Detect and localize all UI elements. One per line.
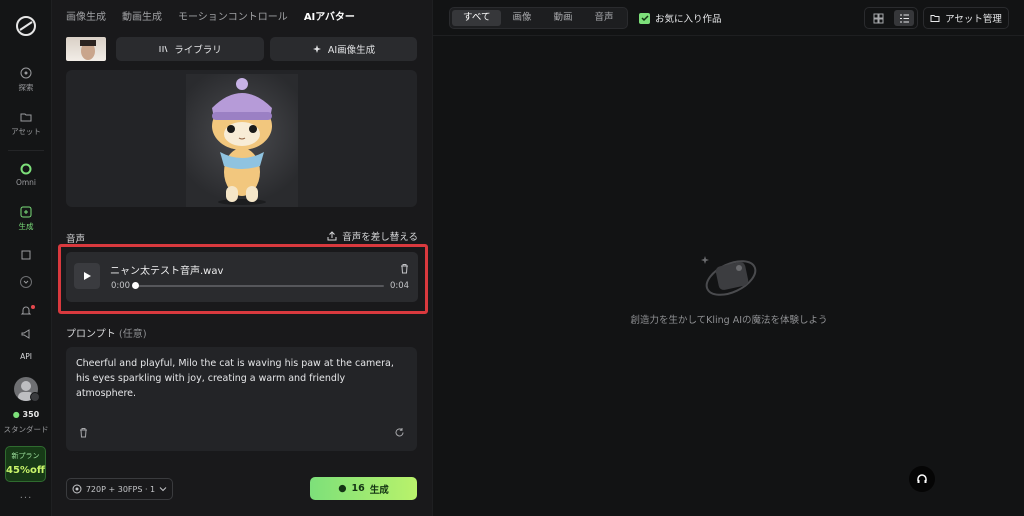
plan-name: スタンダード xyxy=(3,425,49,434)
library-icon xyxy=(159,45,168,53)
rail-item-label: API xyxy=(20,352,32,361)
credit-icon: ● xyxy=(12,410,20,419)
prompt-optional-label: (任意) xyxy=(118,329,147,340)
cat-avatar-image xyxy=(212,78,272,205)
tab-image-gen[interactable]: 画像生成 xyxy=(66,8,106,23)
rail-item-label: アセット xyxy=(11,127,41,136)
avatar-badge xyxy=(30,392,40,402)
view-mode-toggle xyxy=(864,7,918,29)
tab-motion-control[interactable]: モーションコントロール xyxy=(178,8,288,23)
play-button[interactable] xyxy=(74,263,100,289)
trash-icon[interactable] xyxy=(399,263,410,274)
output-settings-dropdown[interactable]: 720P + 30FPS · 1 xyxy=(66,478,173,500)
library-button[interactable]: ライブラリ xyxy=(116,37,264,61)
upload-icon xyxy=(327,231,337,241)
top-nav: 画像生成 動画生成 モーションコントロール AIアバター xyxy=(66,8,355,23)
list-view-button[interactable] xyxy=(894,10,914,26)
rail-item-label: 生成 xyxy=(18,222,34,231)
audio-progress-track[interactable] xyxy=(136,285,384,287)
promo-discount: 45%off xyxy=(6,465,45,476)
grid-view-button[interactable] xyxy=(868,10,888,26)
kling-logo-icon[interactable] xyxy=(14,14,38,38)
folder-icon xyxy=(930,15,940,22)
ai-image-gen-button[interactable]: AI画像生成 xyxy=(270,37,417,61)
promo-label: 新プラン xyxy=(11,452,40,460)
checkbox[interactable] xyxy=(639,12,650,24)
generate-button[interactable]: ● 16 生成 xyxy=(310,477,417,500)
clear-prompt-icon[interactable] xyxy=(78,427,89,438)
promo-button[interactable]: 新プラン 45%off xyxy=(5,446,46,482)
filter-image[interactable]: 画像 xyxy=(501,10,542,26)
favorites-toggle[interactable]: お気に入り作品 xyxy=(639,11,722,25)
notification-button[interactable] xyxy=(0,305,52,320)
list-icon xyxy=(899,14,909,22)
avatar-editor-panel: 画像生成 動画生成 モーションコントロール AIアバター ライブラリ AI画像生… xyxy=(52,0,432,516)
chevron-down-icon xyxy=(159,487,167,492)
rail-item-assets[interactable]: アセット xyxy=(0,111,52,137)
audio-section-label: 音声 xyxy=(66,234,86,245)
rail-item-generate[interactable]: 生成 xyxy=(0,206,52,232)
settings-icon xyxy=(72,484,82,494)
rail-item-label: Omni xyxy=(15,178,37,187)
more-menu-button[interactable]: ... xyxy=(0,490,52,501)
tab-video-gen[interactable]: 動画生成 xyxy=(122,8,162,23)
credit-balance: ● 350 xyxy=(12,410,40,419)
filter-audio[interactable]: 音声 xyxy=(584,10,625,26)
refresh-icon[interactable] xyxy=(394,427,405,438)
grid-icon xyxy=(873,13,883,23)
empty-gallery-icon xyxy=(701,256,757,296)
person-thumbnail-icon xyxy=(80,40,96,60)
chevron-down-icon xyxy=(20,276,32,288)
avatar-image xyxy=(186,74,298,207)
check-icon xyxy=(640,15,649,22)
prompt-label: プロンプト (任意) xyxy=(66,329,147,340)
credit-icon: ● xyxy=(338,483,347,494)
crop-icon xyxy=(21,250,31,260)
replace-audio-button[interactable]: 音声を差し替える xyxy=(327,229,418,243)
generate-icon xyxy=(20,206,32,218)
filter-all[interactable]: すべて xyxy=(452,10,502,26)
asset-manage-button[interactable]: アセット管理 xyxy=(923,7,1009,29)
empty-state-message: 創造力を生かしてKling AIの魔法を体験しよう xyxy=(630,315,828,326)
sparkle-icon xyxy=(312,45,321,53)
audio-player: ニャン太テスト音声.wav 0:00 0:04 xyxy=(66,252,418,302)
audio-file-name: ニャン太テスト音声.wav xyxy=(110,266,224,277)
notification-dot xyxy=(31,305,35,309)
omni-icon xyxy=(20,163,32,175)
rail-expand-button[interactable] xyxy=(0,276,52,291)
tab-ai-avatar[interactable]: AIアバター xyxy=(304,8,355,23)
audio-duration: 0:04 xyxy=(390,281,410,291)
rail-item-api[interactable]: API xyxy=(0,352,52,361)
rail-item-explore[interactable]: 探索 xyxy=(0,67,52,93)
audio-current-time: 0:00 xyxy=(111,281,131,291)
support-button[interactable] xyxy=(909,466,935,492)
left-rail: 探索 アセット Omni 生成 API ● 350 スタンダード 新プラン 45… xyxy=(0,0,52,516)
prompt-text[interactable]: Cheerful and playful, Milo the cat is wa… xyxy=(76,356,406,401)
megaphone-icon xyxy=(21,329,30,339)
play-icon xyxy=(84,272,91,280)
folder-icon xyxy=(20,113,32,122)
audio-scrubber-handle[interactable] xyxy=(132,282,139,289)
prompt-input[interactable]: Cheerful and playful, Milo the cat is wa… xyxy=(66,347,417,451)
assets-panel: すべて 画像 動画 音声 お気に入り作品 アセット管理 創造力を生かしてKlin… xyxy=(432,0,1024,516)
rail-item-omni[interactable]: Omni xyxy=(0,163,52,187)
filter-video[interactable]: 動画 xyxy=(542,10,583,26)
asset-type-filter: すべて 画像 動画 音声 xyxy=(449,7,628,29)
announcement-button[interactable] xyxy=(0,328,52,343)
rail-item-canvas[interactable] xyxy=(0,249,52,264)
assets-toolbar: すべて 画像 動画 音声 お気に入り作品 アセット管理 xyxy=(433,0,1024,36)
rail-item-label: 探索 xyxy=(18,83,34,92)
rail-divider xyxy=(8,150,44,151)
compass-icon xyxy=(20,67,32,79)
headset-icon xyxy=(917,474,927,483)
reference-image-thumbnail[interactable] xyxy=(66,37,106,61)
